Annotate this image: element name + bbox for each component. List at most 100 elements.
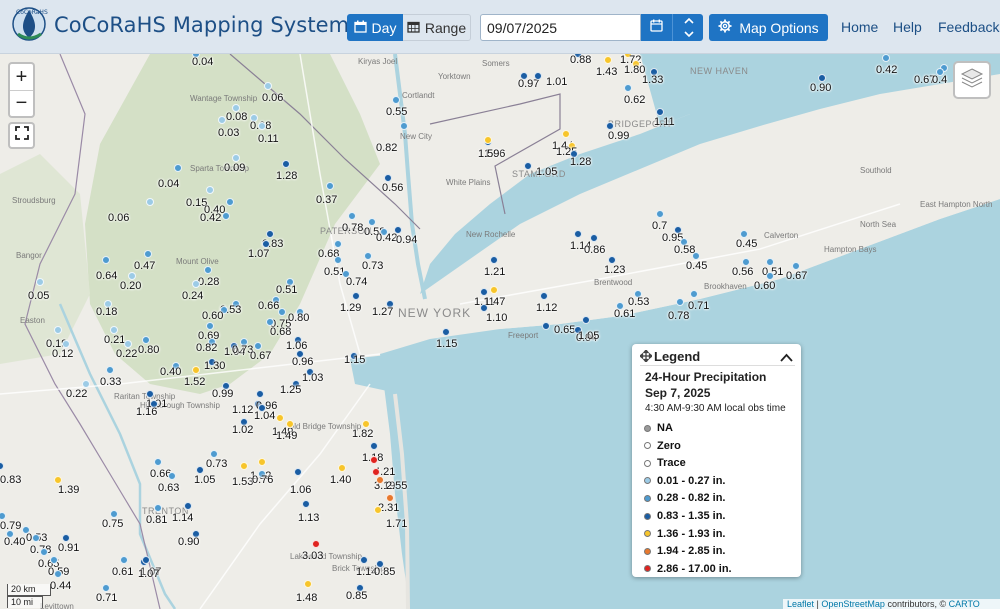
station-marker[interactable]	[352, 292, 360, 300]
station-marker[interactable]	[184, 502, 192, 510]
station-marker[interactable]	[766, 258, 774, 266]
station-marker[interactable]	[264, 82, 272, 90]
station-marker[interactable]	[210, 450, 218, 458]
station-marker[interactable]	[484, 136, 492, 144]
station-marker[interactable]	[302, 500, 310, 508]
leaflet-link[interactable]: Leaflet	[787, 599, 814, 609]
station-marker[interactable]	[32, 534, 40, 542]
station-marker[interactable]	[442, 328, 450, 336]
station-marker[interactable]	[40, 548, 48, 556]
station-marker[interactable]	[374, 506, 382, 514]
station-marker[interactable]	[256, 390, 264, 398]
layers-button[interactable]	[953, 61, 991, 99]
station-marker[interactable]	[146, 390, 154, 398]
station-marker[interactable]	[222, 212, 230, 220]
station-marker[interactable]	[392, 96, 400, 104]
station-marker[interactable]	[192, 366, 200, 374]
date-input[interactable]	[480, 14, 641, 41]
station-marker[interactable]	[36, 278, 44, 286]
station-marker[interactable]	[196, 466, 204, 474]
station-marker[interactable]	[562, 130, 570, 138]
move-icon[interactable]	[638, 348, 654, 367]
station-marker[interactable]	[54, 570, 62, 578]
station-marker[interactable]	[370, 442, 378, 450]
osm-link[interactable]: OpenStreetMap	[821, 599, 885, 609]
station-marker[interactable]	[692, 252, 700, 260]
nav-help-link[interactable]: Help	[893, 19, 922, 35]
station-marker[interactable]	[370, 456, 378, 464]
station-marker[interactable]	[278, 308, 286, 316]
station-marker[interactable]	[582, 316, 590, 324]
date-next-button[interactable]	[673, 14, 704, 27]
station-marker[interactable]	[218, 116, 226, 124]
station-marker[interactable]	[400, 122, 408, 130]
station-marker[interactable]	[82, 380, 90, 388]
station-marker[interactable]	[294, 468, 302, 476]
station-marker[interactable]	[608, 256, 616, 264]
station-marker[interactable]	[490, 286, 498, 294]
station-marker[interactable]	[334, 240, 342, 248]
day-button[interactable]: Day	[347, 14, 403, 41]
station-marker[interactable]	[174, 164, 182, 172]
station-marker[interactable]	[792, 262, 800, 270]
range-button[interactable]: Range	[403, 14, 471, 41]
station-marker[interactable]	[106, 366, 114, 374]
station-marker[interactable]	[348, 212, 356, 220]
station-marker[interactable]	[656, 210, 664, 218]
station-marker[interactable]	[740, 230, 748, 238]
station-marker[interactable]	[362, 420, 370, 428]
station-marker[interactable]	[146, 198, 154, 206]
legend-collapse-button[interactable]	[780, 349, 793, 367]
zoom-out-button[interactable]: −	[10, 90, 33, 116]
station-marker[interactable]	[110, 326, 118, 334]
fullscreen-button[interactable]	[8, 122, 35, 149]
station-marker[interactable]	[142, 336, 150, 344]
station-marker[interactable]	[258, 122, 266, 130]
date-prev-button[interactable]	[673, 28, 704, 41]
station-marker[interactable]	[50, 556, 58, 564]
station-marker[interactable]	[102, 584, 110, 592]
station-marker[interactable]	[226, 198, 234, 206]
station-marker[interactable]	[206, 186, 214, 194]
station-marker[interactable]	[338, 464, 346, 472]
station-marker[interactable]	[818, 74, 826, 82]
station-marker[interactable]	[656, 108, 664, 116]
station-marker[interactable]	[742, 258, 750, 266]
station-marker[interactable]	[54, 326, 62, 334]
station-marker[interactable]	[232, 154, 240, 162]
station-marker[interactable]	[490, 256, 498, 264]
station-marker[interactable]	[266, 318, 274, 326]
station-marker[interactable]	[690, 290, 698, 298]
station-marker[interactable]	[534, 72, 542, 80]
zoom-in-button[interactable]: +	[10, 64, 33, 90]
station-marker[interactable]	[386, 494, 394, 502]
station-marker[interactable]	[384, 174, 392, 182]
station-marker[interactable]	[142, 556, 150, 564]
station-marker[interactable]	[540, 292, 548, 300]
station-marker[interactable]	[766, 272, 774, 280]
station-marker[interactable]	[154, 504, 162, 512]
station-marker[interactable]	[204, 266, 212, 274]
nav-feedback-link[interactable]: Feedback	[938, 19, 999, 35]
calendar-button[interactable]	[641, 14, 672, 41]
station-marker[interactable]	[606, 122, 614, 130]
station-marker[interactable]	[542, 322, 550, 330]
station-marker[interactable]	[276, 414, 284, 422]
station-marker[interactable]	[574, 230, 582, 238]
station-marker[interactable]	[480, 304, 488, 312]
station-marker[interactable]	[524, 162, 532, 170]
nav-home-link[interactable]: Home	[841, 19, 878, 35]
station-marker[interactable]	[604, 56, 612, 64]
station-marker[interactable]	[286, 420, 294, 428]
station-marker[interactable]	[62, 534, 70, 542]
station-marker[interactable]	[124, 340, 132, 348]
station-marker[interactable]	[304, 580, 312, 588]
station-marker[interactable]	[590, 234, 598, 242]
station-marker[interactable]	[110, 510, 118, 518]
station-marker[interactable]	[102, 256, 110, 264]
station-marker[interactable]	[192, 280, 200, 288]
station-marker[interactable]	[254, 342, 262, 350]
station-marker[interactable]	[372, 468, 380, 476]
station-marker[interactable]	[266, 230, 274, 238]
station-marker[interactable]	[394, 226, 402, 234]
